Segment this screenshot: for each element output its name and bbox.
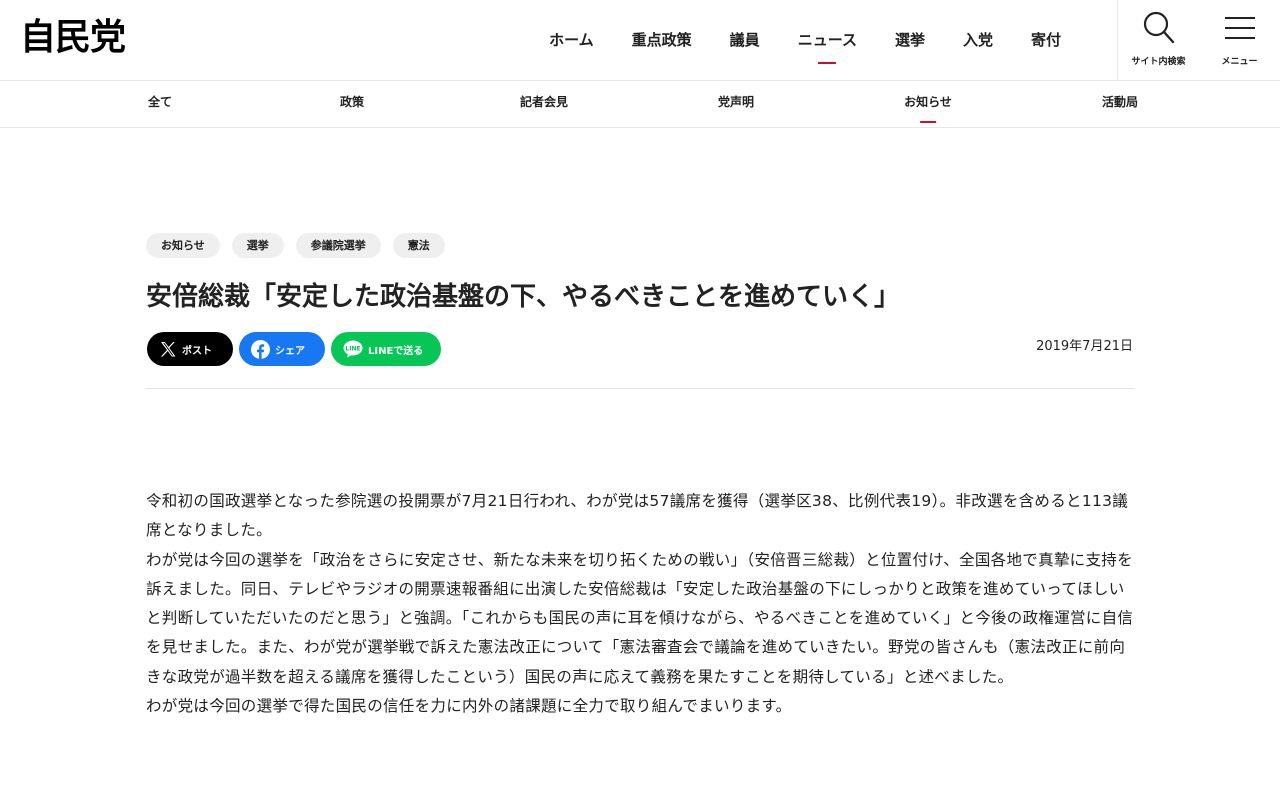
article-tags: お知らせ 選挙 参議院選挙 憲法 xyxy=(146,233,445,258)
global-nav: ホーム 重点政策 議員 ニュース 選挙 入党 寄付 xyxy=(530,0,1080,80)
tag-upper-house-election[interactable]: 参議院選挙 xyxy=(295,233,381,258)
nav-item-donate[interactable]: 寄付 xyxy=(1012,0,1080,80)
nav-item-news[interactable]: ニュース xyxy=(779,0,876,80)
nav-item-election[interactable]: 選挙 xyxy=(876,0,944,80)
news-category-nav: 全て 政策 記者会見 党声明 お知らせ 活動局 xyxy=(0,81,1280,128)
share-x-button[interactable]: ポスト xyxy=(147,332,233,366)
header-divider xyxy=(146,388,1134,389)
body-paragraph: わが党は今回の選挙で得た国民の信任を力に内外の諸課題に全力で取り組んでまいります… xyxy=(146,697,792,716)
share-facebook-button[interactable]: シェア xyxy=(239,332,325,366)
facebook-logo-icon xyxy=(251,339,270,359)
share-line-label: LINEで送る xyxy=(368,345,424,357)
subnav-item-notice[interactable]: お知らせ xyxy=(904,81,952,125)
site-logo[interactable]: 自民党 xyxy=(20,18,126,58)
x-logo-icon xyxy=(159,340,177,358)
share-facebook-label: シェア xyxy=(275,345,305,357)
article-body: 令和初の国政選挙となった参院選の投開票が7月21日行われ、わが党は57議席を獲得… xyxy=(146,487,1136,721)
subnav-item-activities[interactable]: 活動局 xyxy=(1102,81,1138,125)
body-paragraph: わが党は今回の選挙を「政治をさらに安定させ、新たな未来を切り拓くための戦い」（安… xyxy=(146,550,1134,686)
tag-notice[interactable]: お知らせ xyxy=(146,233,220,258)
hamburger-menu-icon xyxy=(1225,17,1255,39)
share-buttons: ポスト シェア LINE LINEで送る xyxy=(147,332,441,366)
tag-election[interactable]: 選挙 xyxy=(231,233,284,258)
body-paragraph: 令和初の国政選挙となった参院選の投開票が7月21日行われ、わが党は57議席を獲得… xyxy=(146,492,1129,540)
site-search-button[interactable]: サイト内検索 xyxy=(1118,0,1199,80)
share-line-button[interactable]: LINE LINEで送る xyxy=(331,332,441,366)
share-x-label: ポスト xyxy=(182,345,212,357)
menu-label: メニュー xyxy=(1221,57,1258,67)
nav-item-join[interactable]: 入党 xyxy=(944,0,1012,80)
nav-item-policy[interactable]: 重点政策 xyxy=(613,0,711,80)
subnav-item-all[interactable]: 全て xyxy=(148,81,172,125)
search-icon xyxy=(1143,11,1175,44)
tag-constitution[interactable]: 憲法 xyxy=(392,233,445,258)
subnav-item-press-conference[interactable]: 記者会見 xyxy=(520,81,568,125)
site-header: 自民党 ホーム 重点政策 議員 ニュース 選挙 入党 寄付 サイト内検索 メニュ… xyxy=(0,0,1280,81)
svg-text:LINE: LINE xyxy=(345,346,360,353)
subnav-item-party-statement[interactable]: 党声明 xyxy=(718,81,754,125)
article-title: 安倍総裁「安定した政治基盤の下、やるべきことを進めていく」 xyxy=(146,282,901,312)
subnav-item-policy[interactable]: 政策 xyxy=(340,81,364,125)
line-logo-icon: LINE xyxy=(343,340,363,358)
menu-button[interactable]: メニュー xyxy=(1199,0,1280,80)
nav-item-members[interactable]: 議員 xyxy=(711,0,779,80)
publish-date: 2019年7月21日 xyxy=(1036,339,1133,354)
nav-item-home[interactable]: ホーム xyxy=(530,0,613,80)
search-label: サイト内検索 xyxy=(1131,57,1186,67)
header-tools: サイト内検索 メニュー xyxy=(1117,0,1280,80)
